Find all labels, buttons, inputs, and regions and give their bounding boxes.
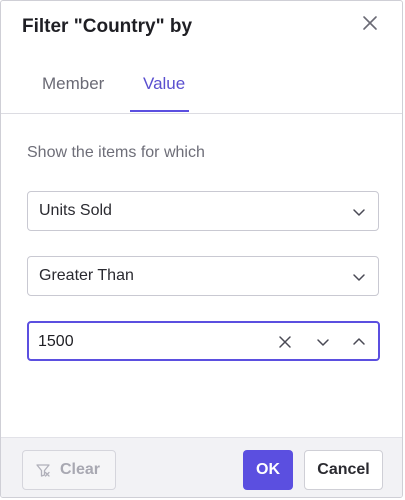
dialog-footer: Clear OK Cancel [1, 437, 402, 497]
close-icon[interactable] [360, 13, 380, 33]
chevron-down-icon [352, 270, 366, 284]
condition-select-value: Greater Than [39, 267, 134, 284]
condition-select[interactable]: Greater Than [27, 256, 379, 296]
dialog-header: Filter "Country" by [1, 1, 402, 57]
clear-button[interactable]: Clear [22, 450, 116, 490]
chevron-down-icon[interactable] [315, 334, 331, 350]
clear-icon[interactable] [277, 334, 293, 350]
value-spin-input [27, 321, 380, 361]
clear-button-label: Clear [60, 461, 101, 478]
measure-select-value: Units Sold [39, 202, 112, 219]
value-input[interactable] [38, 331, 258, 353]
ok-button[interactable]: OK [243, 450, 293, 490]
dialog-title: Filter "Country" by [22, 16, 193, 37]
measure-select[interactable]: Units Sold [27, 191, 379, 231]
cancel-button[interactable]: Cancel [304, 450, 383, 490]
filter-dialog: Filter "Country" by Member Value Show th… [0, 0, 403, 498]
tab-bar: Member Value [1, 57, 402, 114]
tab-value[interactable]: Value [143, 74, 185, 94]
chevron-down-icon [352, 205, 366, 219]
active-tab-indicator [130, 110, 189, 112]
chevron-up-icon[interactable] [351, 334, 367, 350]
tab-member[interactable]: Member [42, 74, 104, 94]
filter-off-icon [35, 462, 51, 478]
filter-prompt: Show the items for which [27, 144, 205, 161]
